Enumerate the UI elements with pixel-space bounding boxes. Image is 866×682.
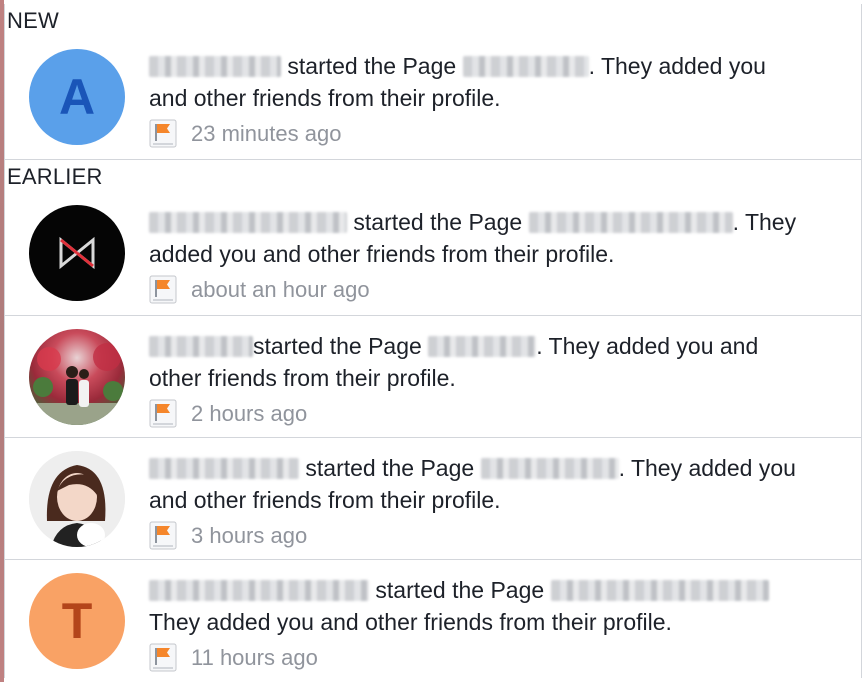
notification-text-mid: started the Page xyxy=(287,53,457,79)
notification-timestamp[interactable]: about an hour ago xyxy=(191,274,370,306)
page-flag-icon xyxy=(149,119,177,149)
notification-timestamp[interactable]: 11 hours ago xyxy=(191,642,318,674)
notifications-panel: NEW A started the Page . They added you … xyxy=(4,4,862,678)
redacted-user-name[interactable] xyxy=(149,336,253,357)
avatar-letter: T xyxy=(61,593,93,649)
notification-text-mid: started the Page xyxy=(253,333,422,359)
section-header-new: NEW xyxy=(7,8,59,33)
notification-text-mid: started the Page xyxy=(353,209,523,235)
notification-text-end: They added you and other friends from th… xyxy=(149,609,672,635)
section-header-earlier: EARLIER xyxy=(5,159,861,192)
notification-item[interactable]: started the Page . They added you and ot… xyxy=(5,192,861,315)
notification-content: started the Page . They added you and ot… xyxy=(149,330,801,430)
redacted-page-name[interactable] xyxy=(550,580,769,601)
avatar[interactable] xyxy=(29,329,125,425)
notification-meta: 23 minutes ago xyxy=(149,118,801,150)
profile-photo xyxy=(29,451,125,547)
redacted-page-name[interactable] xyxy=(528,212,733,233)
redacted-user-name[interactable] xyxy=(149,56,281,77)
notification-content: started the Page . They added you and ot… xyxy=(149,452,801,552)
redacted-user-name[interactable] xyxy=(149,580,369,601)
notification-meta: about an hour ago xyxy=(149,274,801,306)
avatar[interactable] xyxy=(29,451,125,547)
redacted-page-name[interactable] xyxy=(480,458,619,479)
redacted-user-name[interactable] xyxy=(149,458,299,479)
notification-text-mid: started the Page xyxy=(305,455,475,481)
notification-meta: 11 hours ago xyxy=(149,642,801,674)
avatar[interactable]: A xyxy=(29,49,125,145)
page-logo-icon xyxy=(59,236,95,270)
page-flag-icon xyxy=(149,275,177,305)
notification-meta: 2 hours ago xyxy=(149,398,801,430)
notification-content: started the Page . They added you and ot… xyxy=(149,50,801,150)
redacted-page-name[interactable] xyxy=(428,336,537,357)
notification-timestamp[interactable]: 3 hours ago xyxy=(191,520,307,552)
notification-item[interactable]: started the Page . They added you and ot… xyxy=(5,437,861,559)
avatar[interactable] xyxy=(29,205,125,301)
page-flag-icon xyxy=(149,643,177,673)
notification-content: started the Page They added you and othe… xyxy=(149,574,801,674)
notification-item[interactable]: T started the Page They added you and ot… xyxy=(5,559,861,678)
redacted-page-name[interactable] xyxy=(462,56,589,77)
avatar[interactable]: T xyxy=(29,573,125,669)
redacted-user-name[interactable] xyxy=(149,212,347,233)
page-flag-icon xyxy=(149,399,177,429)
avatar-letter: A xyxy=(58,69,96,125)
notification-meta: 3 hours ago xyxy=(149,520,801,552)
profile-photo xyxy=(29,343,125,425)
notification-timestamp[interactable]: 2 hours ago xyxy=(191,398,307,430)
notification-item[interactable]: started the Page . They added you and ot… xyxy=(5,315,861,437)
notification-content: started the Page . They added you and ot… xyxy=(149,206,801,306)
notification-text-mid: started the Page xyxy=(375,577,545,603)
page-flag-icon xyxy=(149,521,177,551)
notification-item[interactable]: A started the Page . They added you and … xyxy=(5,36,861,159)
notification-timestamp[interactable]: 23 minutes ago xyxy=(191,118,341,150)
